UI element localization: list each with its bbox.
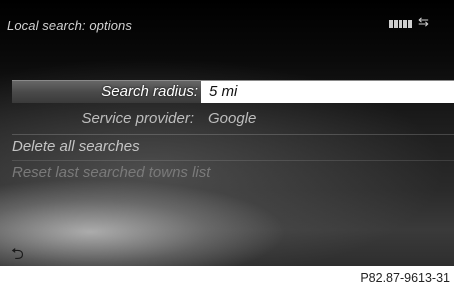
search-radius-value-box[interactable]: [201, 81, 454, 103]
search-radius-label: Search radius:: [101, 83, 198, 100]
navigation-screen: Local search: options ⇆ Search radius: 5…: [0, 0, 454, 266]
delete-all-searches-item[interactable]: Delete all searches: [12, 134, 454, 159]
connection-arrows-icon: ⇆: [418, 14, 429, 29]
signal-strength-icon: [389, 20, 412, 28]
service-provider-label: Service provider:: [81, 110, 194, 127]
service-provider-value: Google: [208, 110, 257, 127]
back-icon[interactable]: ⮌: [11, 243, 24, 266]
screen-title: Local search: options: [7, 18, 132, 33]
service-provider-row[interactable]: Service provider: Google: [12, 108, 454, 130]
search-radius-row[interactable]: Search radius: 5 mi: [12, 80, 454, 103]
search-radius-value: 5 mi: [209, 83, 238, 100]
figure-code: P82.87-9613-31: [360, 271, 450, 285]
reset-towns-list-item: Reset last searched towns list: [12, 160, 454, 185]
